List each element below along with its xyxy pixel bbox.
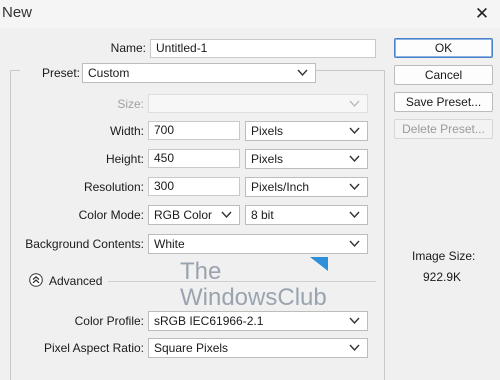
preset-value: Custom [88,66,130,80]
color-mode-label: Color Mode: [78,208,144,222]
ok-button[interactable]: OK [394,38,493,58]
chevron-down-icon [348,180,361,193]
color-mode-value: RGB Color [154,208,213,222]
preset-label: Preset: [20,66,82,80]
image-size-label: Image Size: [412,249,476,263]
preset-select[interactable]: Custom [82,63,316,83]
delete-preset-button: Delete Preset... [394,119,493,139]
chevron-down-icon [348,314,361,327]
resolution-unit-select[interactable]: Pixels/Inch [245,177,368,197]
chevron-down-icon [220,208,233,221]
name-label: Name: [110,41,146,55]
resolution-input[interactable]: 300 [148,177,240,196]
pixel-aspect-ratio-value: Square Pixels [154,341,229,355]
height-unit-select[interactable]: Pixels [245,149,368,169]
chevron-down-icon [348,97,361,110]
advanced-label: Advanced [49,274,103,288]
color-profile-label: Color Profile: [74,314,144,328]
height-unit-value: Pixels [251,152,284,166]
collapse-chevron-icon [29,273,43,287]
color-profile-value: sRGB IEC61966-2.1 [154,314,264,328]
title-bar [0,0,500,28]
advanced-divider [108,281,376,282]
size-label: Size: [117,97,144,111]
width-unit-select[interactable]: Pixels [245,121,368,141]
chevron-down-icon [296,66,309,79]
advanced-toggle-button[interactable] [29,273,43,287]
pixel-aspect-ratio-label: Pixel Aspect Ratio: [43,341,144,355]
chevron-down-icon [348,341,361,354]
name-input[interactable]: Untitled-1 [150,39,376,58]
save-preset-button[interactable]: Save Preset... [394,92,493,112]
resolution-label: Resolution: [83,180,144,194]
background-contents-label: Background Contents: [25,237,144,251]
size-select [148,94,368,113]
watermark-text-line2: WindowsClub [180,284,327,311]
bit-depth-select[interactable]: 8 bit [245,205,368,225]
preset-group-box [10,70,385,380]
bit-depth-value: 8 bit [251,208,274,222]
background-contents-value: White [154,237,185,251]
color-mode-select[interactable]: RGB Color [148,205,240,225]
close-button[interactable]: ✕ [464,0,500,28]
resolution-unit-value: Pixels/Inch [251,180,310,194]
chevron-down-icon [348,124,361,137]
watermark-text-line1: The [180,258,222,285]
color-profile-select[interactable]: sRGB IEC61966-2.1 [148,311,368,331]
chevron-down-icon [348,237,361,250]
width-unit-value: Pixels [251,124,284,138]
width-input[interactable]: 700 [148,121,240,140]
cancel-button[interactable]: Cancel [394,65,493,85]
width-label: Width: [109,124,144,138]
image-size-value: 922.9K [423,270,462,284]
close-icon: ✕ [474,4,490,23]
watermark-logo-icon [310,257,328,271]
height-label: Height: [105,152,144,166]
chevron-down-icon [348,152,361,165]
window-title: New [2,4,33,21]
background-contents-select[interactable]: White [148,234,368,254]
chevron-down-icon [348,208,361,221]
height-input[interactable]: 450 [148,149,240,168]
pixel-aspect-ratio-select[interactable]: Square Pixels [148,338,368,358]
